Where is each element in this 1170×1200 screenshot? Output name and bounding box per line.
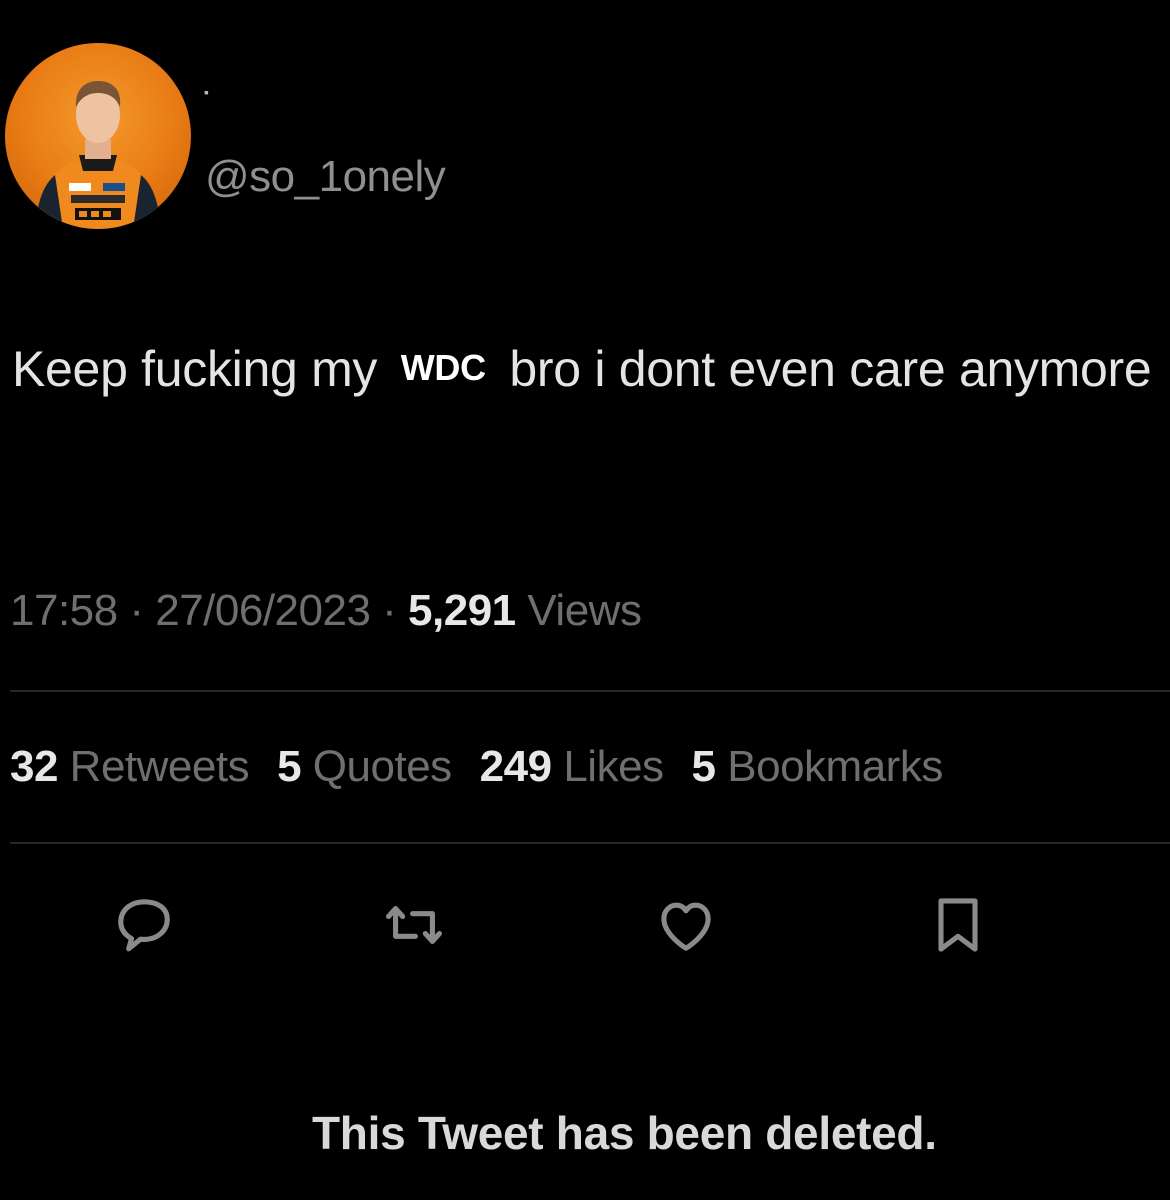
divider	[10, 842, 1170, 844]
bookmark-button[interactable]	[918, 885, 998, 965]
retweets-stat[interactable]: 32 Retweets	[10, 742, 250, 791]
tweet-body: Keep fucking my WDC bro i dont even care…	[12, 326, 1162, 412]
verified-mark-icon: ▪	[204, 84, 209, 100]
quotes-stat[interactable]: 5 Quotes	[277, 742, 452, 791]
action-bar	[0, 885, 1170, 965]
meta-separator: ·	[117, 586, 156, 635]
views-label: Views	[515, 586, 642, 635]
tweet-date[interactable]: 27/06/2023	[155, 586, 371, 635]
views-count: 5,291	[408, 586, 516, 635]
tweet-time[interactable]: 17:58	[10, 586, 118, 635]
reply-button[interactable]	[104, 885, 184, 965]
heart-icon	[661, 902, 711, 951]
like-button[interactable]	[646, 885, 726, 965]
divider	[10, 690, 1170, 692]
bookmark-icon	[938, 898, 978, 952]
avatar[interactable]	[5, 43, 191, 229]
bookmarks-stat[interactable]: 5 Bookmarks	[692, 742, 944, 791]
user-handle[interactable]: @so_1onely	[205, 152, 446, 202]
deleted-notice: This Tweet has been deleted.	[312, 1107, 937, 1159]
tweet-text-part: bro i dont even care anymore	[495, 341, 1152, 397]
retweet-icon	[385, 906, 443, 944]
likes-stat[interactable]: 249 Likes	[480, 742, 664, 791]
reply-icon	[118, 899, 170, 952]
engagement-stats: 32 Retweets 5 Quotes 249 Likes 5 Bookmarks	[10, 742, 1170, 792]
tweet-text-part: Keep fucking my	[12, 341, 391, 397]
censor-label: WDC	[390, 342, 496, 394]
retweet-button[interactable]	[374, 885, 454, 965]
tweet-meta: 17:58 · 27/06/2023 · 5,291 Views	[10, 586, 642, 636]
driver-avatar-icon	[35, 81, 161, 229]
meta-separator: ·	[370, 586, 409, 635]
